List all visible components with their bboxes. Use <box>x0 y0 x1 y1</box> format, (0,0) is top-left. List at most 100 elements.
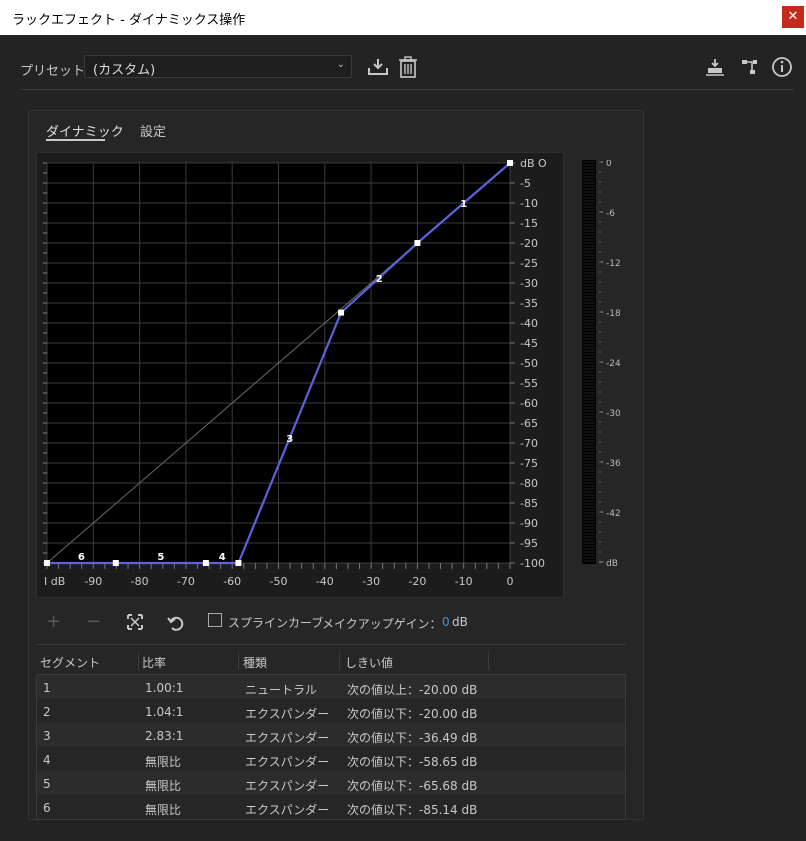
cell-type: エクスパンダー <box>245 707 330 721</box>
trash-icon[interactable] <box>398 56 418 78</box>
table-row[interactable]: 5 無限比 エクスパンダー 次の値以下：-65.68 dB <box>37 771 625 795</box>
remove-point-button[interactable]: − <box>86 611 101 632</box>
meter-label: -6 <box>606 209 615 219</box>
col-header-ratio[interactable]: 比率 <box>142 654 166 671</box>
spline-checkbox[interactable] <box>208 613 222 627</box>
segment-label: 1 <box>460 199 467 210</box>
y-tick-label: -30 <box>520 277 538 290</box>
preset-dropdown[interactable]: (カスタム) ⌄ <box>84 55 352 78</box>
graph-svg[interactable]: dB O -5 -10 -15 -20 -25 -30 -35 -40 -45 -50 -55 -60 -… <box>37 153 565 599</box>
cell-threshold: 次の値以上：-20.00 dB <box>347 683 478 697</box>
col-header-threshold[interactable]: しきい値 <box>345 654 393 671</box>
y-tick-label: -25 <box>520 257 538 270</box>
segment-label: 4 <box>219 552 226 563</box>
x-tick-label: -30 <box>362 575 380 588</box>
cell-type: エクスパンダー <box>245 731 330 745</box>
info-icon[interactable] <box>771 56 793 78</box>
segment-table: 1 1.00:1 ニュートラル 次の値以上：-20.00 dB 2 1.04:1… <box>36 674 626 820</box>
meter-bar <box>582 160 596 564</box>
meter-label: -36 <box>606 459 621 469</box>
y-tick-label: dB O <box>520 157 547 170</box>
y-tick-label: -95 <box>520 537 538 550</box>
y-tick-label: -100 <box>520 557 545 570</box>
y-tick-label: -20 <box>520 237 538 250</box>
makeup-gain-label: メイクアップゲイン： <box>322 617 442 631</box>
cell-segment: 6 <box>43 801 51 815</box>
cell-ratio: 2.83:1 <box>145 729 184 743</box>
save-preset-icon[interactable] <box>367 57 389 77</box>
control-point[interactable] <box>202 560 209 566</box>
meter-label: dB <box>606 559 618 569</box>
x-tick-label: -20 <box>408 575 426 588</box>
table-row[interactable]: 3 2.83:1 エクスパンダー 次の値以下：-36.49 dB <box>37 723 625 747</box>
control-point[interactable] <box>414 240 421 246</box>
cell-segment: 1 <box>43 681 51 695</box>
cell-ratio: 無限比 <box>145 779 182 793</box>
meter-label: -42 <box>606 509 621 519</box>
table-row[interactable]: 1 1.00:1 ニュートラル 次の値以上：-20.00 dB <box>37 675 625 699</box>
col-divider <box>488 652 489 670</box>
y-tick-label: -85 <box>520 497 538 510</box>
cell-ratio: 1.00:1 <box>145 681 184 695</box>
y-tick-label: -15 <box>520 217 538 230</box>
cell-type: エクスパンダー <box>245 755 330 769</box>
control-point[interactable] <box>507 160 513 166</box>
y-tick-label: -10 <box>520 197 538 210</box>
control-point[interactable] <box>338 309 345 316</box>
cell-segment: 5 <box>43 777 51 791</box>
segment-label: 2 <box>376 274 383 285</box>
table-row[interactable]: 6 無限比 エクスパンダー 次の値以下：-85.14 dB <box>37 795 625 819</box>
col-header-segment[interactable]: セグメント <box>40 654 100 671</box>
cell-threshold: 次の値以下：-36.49 dB <box>347 731 478 745</box>
control-point[interactable] <box>44 560 50 566</box>
col-divider <box>238 652 239 670</box>
cell-threshold: 次の値以下：-20.00 dB <box>347 707 478 721</box>
chevron-down-icon: ⌄ <box>336 59 345 70</box>
routing-icon[interactable] <box>740 58 760 76</box>
cell-threshold: 次の値以下：-58.65 dB <box>347 755 478 769</box>
makeup-gain-unit: dB <box>452 615 468 629</box>
x-tick-label: -40 <box>316 575 334 588</box>
tab-active-indicator <box>46 139 105 141</box>
insert-icon[interactable] <box>705 57 725 77</box>
level-meter: 0 -6 -12 -18 -24 -30 -36 -42 dB <box>582 160 621 569</box>
y-tick-label: -50 <box>520 357 538 370</box>
y-tick-label: -55 <box>520 377 538 390</box>
cell-segment: 3 <box>43 729 51 743</box>
cell-threshold: 次の値以下：-65.68 dB <box>347 779 478 793</box>
meter-label: -12 <box>606 259 621 269</box>
tab-dynamics[interactable]: ダイナミック <box>46 121 124 140</box>
cell-ratio: 1.04:1 <box>145 705 184 719</box>
x-tick-label: -90 <box>84 575 102 588</box>
y-tick-label: -80 <box>520 477 538 490</box>
cell-threshold: 次の値以下：-85.14 dB <box>347 803 478 817</box>
dynamics-graph[interactable]: dB O -5 -10 -15 -20 -25 -30 -35 -40 -45 -50 -55 -60 -… <box>36 152 564 598</box>
makeup-gain-value[interactable]: 0 <box>442 615 450 629</box>
y-tick-label: -65 <box>520 417 538 430</box>
title-bar: ラックエフェクト - ダイナミックス操作 ✕ <box>0 0 806 35</box>
table-row[interactable]: 2 1.04:1 エクスパンダー 次の値以下：-20.00 dB <box>37 699 625 723</box>
tab-settings[interactable]: 設定 <box>140 121 166 140</box>
segment-label: 6 <box>78 552 85 563</box>
cell-segment: 2 <box>43 705 51 719</box>
close-button[interactable]: ✕ <box>782 6 804 28</box>
y-tick-label: -70 <box>520 437 538 450</box>
meter-label: -24 <box>606 359 621 369</box>
y-tick-label: -35 <box>520 297 538 310</box>
y-tick-label: -90 <box>520 517 538 530</box>
y-tick-label: -75 <box>520 457 538 470</box>
y-tick-label: -5 <box>520 177 531 190</box>
meter-label: -18 <box>606 309 621 319</box>
col-header-type[interactable]: 種類 <box>243 654 267 671</box>
meter-label: -30 <box>606 409 621 419</box>
add-point-button[interactable]: + <box>46 611 61 632</box>
control-point[interactable] <box>235 560 242 566</box>
table-row[interactable]: 4 無限比 エクスパンダー 次の値以下：-58.65 dB <box>37 747 625 771</box>
reset-curve-icon[interactable] <box>125 612 145 632</box>
control-point[interactable] <box>112 560 119 566</box>
undo-icon[interactable] <box>166 613 186 633</box>
preset-value: (カスタム) <box>93 63 156 78</box>
cell-type: ニュートラル <box>245 683 318 697</box>
col-divider <box>138 652 139 670</box>
cell-segment: 4 <box>43 753 51 767</box>
